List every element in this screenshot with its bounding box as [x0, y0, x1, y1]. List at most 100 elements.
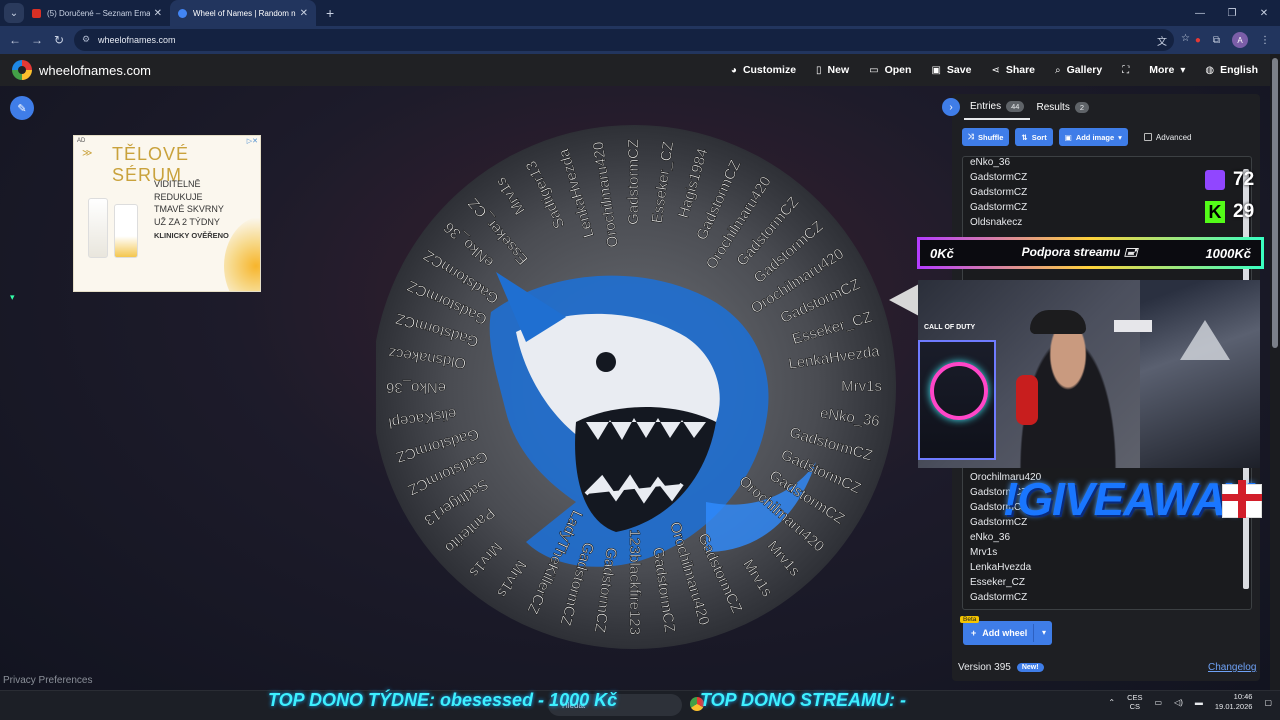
wheel-logo-icon[interactable]	[12, 60, 32, 80]
close-tab-icon[interactable]: ✕	[154, 8, 162, 19]
entry-line[interactable]: eNko_36	[970, 157, 1010, 172]
sort-button[interactable]: ⇅ Sort	[1015, 128, 1053, 146]
back-icon[interactable]: ←	[4, 33, 26, 47]
tab-results[interactable]: Results 2	[1030, 94, 1095, 120]
entry-line[interactable]: GadstormCZ	[970, 187, 1027, 202]
edit-pencil-button[interactable]: ✎	[10, 96, 34, 120]
close-tab-icon[interactable]: ✕	[300, 8, 308, 19]
add-wheel-button[interactable]: + Add wheel ▾	[963, 621, 1052, 645]
open-button[interactable]: ▭ Open	[869, 64, 911, 76]
entry-line[interactable]: Esseker_CZ	[970, 577, 1025, 592]
browser-menu-icon[interactable]: ⋮	[1260, 35, 1270, 46]
input-language[interactable]: CES CS	[1127, 693, 1142, 711]
entry-line[interactable]: GadstormCZ	[970, 172, 1027, 187]
menu-label: Open	[884, 64, 912, 76]
save-button[interactable]: ▣ Save	[931, 64, 971, 76]
app-menu: ◕ Customize ▯ New ▭ Open ▣ Save ⋖ Share ⌕ Gall…	[731, 54, 1258, 86]
share-icon: ⋖	[991, 64, 1000, 76]
button-label: Shuffle	[978, 132, 1004, 142]
more-button[interactable]: More ▾	[1149, 64, 1185, 76]
extensions-puzzle-icon[interactable]: ⧉	[1213, 35, 1220, 46]
new-button[interactable]: ▯ New	[816, 64, 849, 76]
email-favicon-icon	[32, 8, 41, 18]
advertisement[interactable]: AD ▷✕ ≫ TĚLOVÉ SÉRUM VIDITELNĚ REDUKUJE …	[73, 135, 261, 292]
ad-tag: AD	[77, 138, 86, 144]
minimize-icon[interactable]: —	[1184, 8, 1216, 19]
chevron-down-icon[interactable]: ▾	[1042, 628, 1046, 637]
browser-tab-email[interactable]: (5) Doručené – Seznam Email ✕	[24, 0, 170, 26]
menu-label: Customize	[742, 64, 797, 76]
url-bar[interactable]: ⚙ wheelofnames.com	[74, 29, 1174, 51]
restore-icon[interactable]: ❐	[1216, 8, 1248, 19]
fullscreen-button[interactable]: ⛶	[1122, 65, 1129, 76]
gallery-button[interactable]: ⌕ Gallery	[1055, 64, 1102, 76]
translate-icon[interactable]: 文	[1157, 33, 1167, 48]
reload-icon[interactable]: ↻	[48, 33, 70, 47]
entry-line[interactable]: Oldsnakecz	[970, 217, 1022, 232]
brand-title[interactable]: wheelofnames.com	[39, 63, 151, 78]
ad-line: TMAVÉ SKVRNY	[154, 204, 224, 214]
pc-case-image	[918, 340, 996, 460]
page-scrollbar[interactable]	[1270, 54, 1280, 690]
collapse-panel-button[interactable]: ›	[942, 98, 960, 116]
scrollbar-thumb[interactable]	[1272, 58, 1278, 348]
gift-icon	[1218, 470, 1264, 520]
tab-entries[interactable]: Entries 44	[964, 94, 1031, 120]
tab-search-button[interactable]: ⌄	[4, 3, 24, 23]
site-info-icon[interactable]: ⚙	[82, 34, 90, 45]
entry-line[interactable]: LenkaHvezda	[970, 562, 1031, 577]
tab-label: Results	[1036, 101, 1070, 113]
advanced-checkbox[interactable]: Advanced	[1143, 133, 1192, 142]
close-window-icon[interactable]: ✕	[1248, 8, 1280, 19]
entries-count-badge: 44	[1006, 100, 1025, 112]
entry-line[interactable]: eNko_36	[970, 532, 1010, 547]
kick-icon: K	[1205, 201, 1225, 223]
entry-line[interactable]: GadstormCZ	[970, 202, 1027, 217]
changelog-link[interactable]: Changelog	[1208, 662, 1256, 673]
chevron-down-icon: ▾	[1180, 64, 1186, 76]
split-divider	[1033, 624, 1034, 642]
menu-label: Save	[946, 64, 972, 76]
battery-icon[interactable]: ▬	[1195, 698, 1203, 707]
checkbox-box[interactable]	[1143, 133, 1152, 141]
button-label: Add wheel	[982, 628, 1028, 638]
entry-line[interactable]: Mrv1s	[970, 547, 997, 562]
forward-icon[interactable]: →	[26, 33, 48, 47]
window-controls: — ❐ ✕	[1184, 0, 1280, 26]
browser-tab-strip: ⌄ (5) Doručené – Seznam Email ✕ Wheel of…	[0, 0, 1280, 26]
streamer-hair	[1030, 310, 1086, 334]
wheel[interactable]: Mrv1s LenkaHvezda Esseker_CZ GadstormCZ Oroc…	[372, 122, 896, 652]
wheel-pointer	[889, 284, 919, 316]
tray-chevron-icon[interactable]: ⌃	[1108, 698, 1115, 707]
file-icon: ▯	[816, 64, 822, 76]
entry-line[interactable]: GadstormCZ	[970, 592, 1027, 607]
small-filter-icon: ▾	[10, 292, 15, 302]
network-icon[interactable]: ▭	[1155, 698, 1163, 707]
bookmark-star-icon[interactable]: ☆	[1181, 33, 1190, 48]
ad-line: UŽ ZA 2 TÝDNY	[154, 216, 220, 227]
customize-button[interactable]: ◕ Customize	[731, 64, 796, 76]
new-tab-button[interactable]: +	[326, 5, 334, 21]
address-toolbar: ← → ↻ ⚙ wheelofnames.com 文 ☆ ● ⧉ A ⋮	[0, 26, 1280, 54]
volume-icon[interactable]: ◁)	[1174, 698, 1183, 707]
twitch-viewer-count: 72	[1205, 169, 1254, 191]
privacy-preferences-link[interactable]: Privacy Preferences	[3, 675, 92, 686]
taskbar-clock[interactable]: 10:46 19.01.2026	[1215, 692, 1253, 712]
menu-label: Gallery	[1066, 64, 1103, 76]
version-info: Version 395 New!	[958, 662, 1044, 673]
donation-label: Podpora streamu 🖃	[1022, 243, 1138, 264]
wheel-graphic[interactable]: Mrv1sLenkaHvezdaEsseker_CZGadstormCZOroc…	[372, 122, 896, 652]
extension-badge-icon[interactable]: ●	[1195, 35, 1201, 46]
clock-date: 19.01.2026	[1214, 702, 1253, 711]
add-image-button[interactable]: ▣ Add image ▾	[1058, 128, 1128, 146]
kick-count: 29	[1233, 201, 1255, 222]
ad-line: VIDITELNĚ	[154, 179, 201, 189]
share-button[interactable]: ⋖ Share	[991, 64, 1035, 76]
browser-tab-wheel[interactable]: Wheel of Names | Random nam ✕	[170, 0, 316, 26]
shuffle-button[interactable]: ⤨ Shuffle	[962, 128, 1010, 146]
clock-time: 10:46	[1233, 692, 1253, 701]
wheel-favicon-icon	[178, 8, 187, 18]
profile-avatar[interactable]: A	[1232, 32, 1248, 48]
notification-icon[interactable]: ▢	[1264, 698, 1272, 707]
language-button[interactable]: ◍ English	[1205, 64, 1258, 76]
